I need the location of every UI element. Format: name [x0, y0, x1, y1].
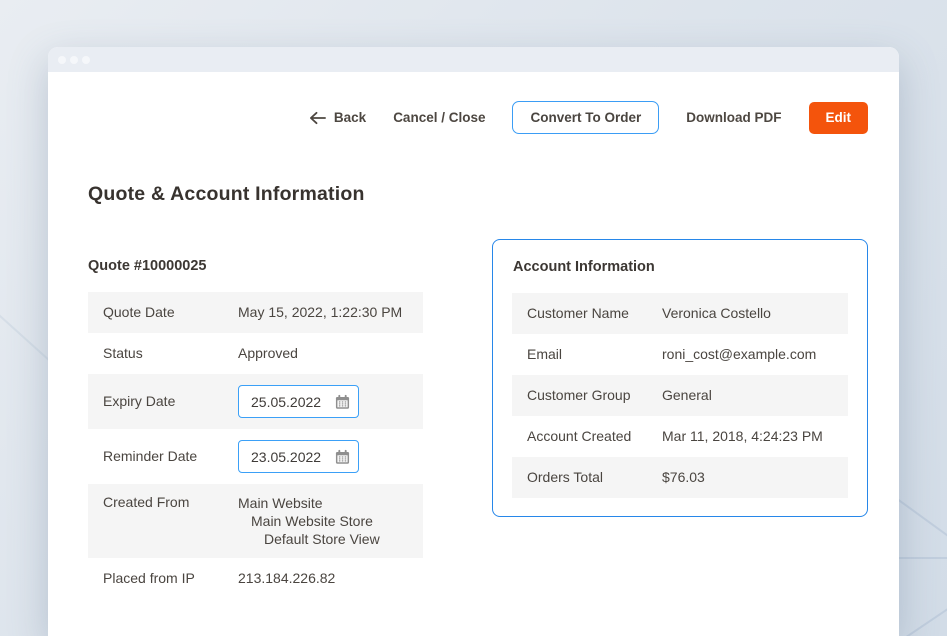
- account-row-account-created: Account CreatedMar 11, 2018, 4:24:23 PM: [512, 416, 848, 457]
- row-value: 213.184.226.82: [238, 558, 423, 599]
- back-arrow-icon: [309, 111, 326, 125]
- row-label: Quote Date: [88, 292, 238, 333]
- desktop-background: { "toolbar": { "back_label": "Back", "ca…: [0, 0, 947, 636]
- quote-row-quote-date: Quote DateMay 15, 2022, 1:22:30 PM: [88, 292, 423, 333]
- row-value: [238, 374, 423, 429]
- quote-section: Quote #10000025 Quote DateMay 15, 2022, …: [88, 239, 423, 599]
- quote-table: Quote DateMay 15, 2022, 1:22:30 PMStatus…: [88, 292, 423, 599]
- edit-button[interactable]: Edit: [809, 102, 869, 134]
- row-label: Customer Group: [512, 375, 662, 416]
- download-pdf-button[interactable]: Download PDF: [686, 110, 781, 125]
- quote-row-status: StatusApproved: [88, 333, 423, 374]
- quote-heading: Quote #10000025: [88, 258, 423, 274]
- back-label: Back: [334, 110, 366, 125]
- row-label: Reminder Date: [88, 448, 238, 465]
- store-scope-line: Main Website: [238, 494, 413, 512]
- window-control-dot[interactable]: [82, 56, 90, 64]
- convert-to-order-button[interactable]: Convert To Order: [512, 101, 659, 134]
- row-value: Mar 11, 2018, 4:24:23 PM: [662, 416, 848, 457]
- window-control-dot[interactable]: [58, 56, 66, 64]
- account-row-orders-total: Orders Total$76.03: [512, 457, 848, 498]
- quote-row-created-from: Created FromMain WebsiteMain Website Sto…: [88, 484, 423, 558]
- quote-row-reminder-date: Reminder Date: [88, 429, 423, 484]
- row-label: Email: [512, 334, 662, 375]
- row-label: Customer Name: [512, 293, 662, 334]
- row-value: General: [662, 375, 848, 416]
- row-label: Created From: [88, 484, 238, 558]
- row-label: Status: [88, 333, 238, 374]
- row-value: May 15, 2022, 1:22:30 PM: [238, 292, 423, 333]
- cancel-close-button[interactable]: Cancel / Close: [393, 110, 485, 125]
- account-row-customer-group: Customer GroupGeneral: [512, 375, 848, 416]
- account-information-card: Account Information Customer NameVeronic…: [492, 239, 868, 517]
- row-value: $76.03: [662, 457, 848, 498]
- row-value: Veronica Costello: [662, 293, 848, 334]
- account-table: Customer NameVeronica CostelloEmailroni_…: [512, 293, 848, 498]
- calendar-icon[interactable]: [335, 394, 350, 409]
- account-heading: Account Information: [513, 259, 848, 275]
- account-row-email: Emailroni_cost@example.com: [512, 334, 848, 375]
- row-label: Account Created: [512, 416, 662, 457]
- reminder-date-field: [238, 440, 359, 473]
- row-label: Orders Total: [512, 457, 662, 498]
- page-title: Quote & Account Information: [88, 183, 868, 206]
- row-value: [238, 429, 423, 484]
- calendar-icon[interactable]: [335, 449, 350, 464]
- window-titlebar: [48, 47, 899, 72]
- store-scope-line: Default Store View: [238, 530, 413, 548]
- info-columns: Quote #10000025 Quote DateMay 15, 2022, …: [88, 239, 868, 599]
- row-value: roni_cost@example.com: [662, 334, 848, 375]
- row-value: Approved: [238, 333, 423, 374]
- back-button[interactable]: Back: [309, 110, 366, 125]
- store-scope-line: Main Website Store: [238, 512, 413, 530]
- window-control-dot[interactable]: [70, 56, 78, 64]
- quote-row-expiry-date: Expiry Date: [88, 374, 423, 429]
- quote-row-placed-from-ip: Placed from IP213.184.226.82: [88, 558, 423, 599]
- app-window: Back Cancel / Close Convert To Order Dow…: [48, 47, 899, 636]
- row-label: Placed from IP: [88, 558, 238, 599]
- row-label: Expiry Date: [88, 393, 238, 410]
- expiry-date-field: [238, 385, 359, 418]
- row-value: Main WebsiteMain Website StoreDefault St…: [238, 484, 423, 558]
- account-row-customer-name: Customer NameVeronica Costello: [512, 293, 848, 334]
- action-toolbar: Back Cancel / Close Convert To Order Dow…: [88, 101, 868, 134]
- page-content: Back Cancel / Close Convert To Order Dow…: [48, 101, 899, 599]
